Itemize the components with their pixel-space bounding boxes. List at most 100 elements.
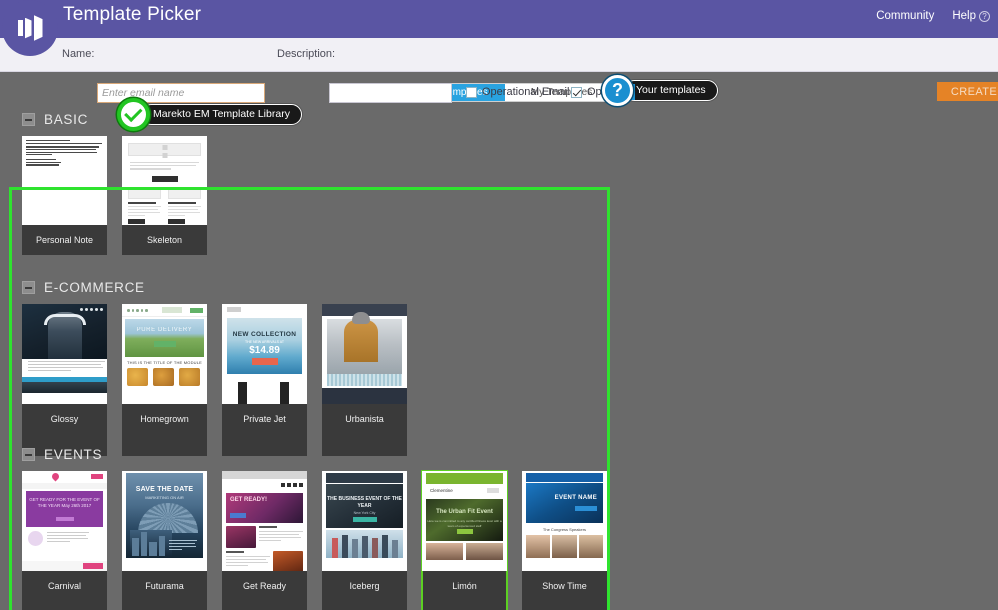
section-title: BASIC: [44, 112, 89, 127]
template-card-futurama[interactable]: SAVE THE DATE MARKETING ON AIR Futurama: [122, 471, 207, 610]
help-label: Help: [952, 10, 976, 22]
callout-label: Your templates: [624, 80, 718, 101]
question-mark-icon: ?: [602, 75, 633, 106]
name-label: Name:: [62, 48, 95, 60]
card-list-events: GET READY FOR THE EVENT OF THE YEAR May …: [22, 470, 607, 610]
page-title: Template Picker: [63, 4, 202, 25]
template-thumbnail: SAVE THE DATE MARKETING ON AIR: [122, 471, 207, 571]
template-card-glossy[interactable]: Glossy: [22, 304, 107, 456]
description-input[interactable]: [329, 83, 452, 103]
callout-your-templates: ? Your templates: [602, 75, 718, 106]
operational-email-label: Operational Email: [482, 86, 570, 98]
show-time-art: [526, 473, 603, 482]
template-name: Urbanista: [345, 414, 384, 424]
thumb-sub-text: Here we is committed to any certified fi…: [427, 519, 502, 528]
card-footer: [122, 601, 207, 610]
collapse-icon[interactable]: [22, 448, 35, 461]
template-thumbnail: [122, 136, 207, 225]
template-card-limon[interactable]: Clementine The Urban Fit Event Here we i…: [421, 470, 508, 610]
card-list-basic: Personal Note Skeleton: [22, 136, 207, 255]
template-card-get-ready[interactable]: GET READY! Get Ready: [222, 471, 307, 610]
thumb-sub-text: New York City: [353, 511, 376, 515]
template-name: Limón: [452, 581, 477, 591]
thumb-hero-text: The Urban Fit Event: [436, 509, 493, 515]
thumb-hero-text: EVENT NAME: [554, 495, 597, 501]
thumb-mid-text: THIS IS THE TITLE OF THE MODULE: [126, 360, 203, 365]
template-name: Personal Note: [35, 235, 94, 245]
template-card-skeleton[interactable]: Skeleton: [122, 136, 207, 255]
template-card-carnival[interactable]: GET READY FOR THE EVENT OF THE YEAR May …: [22, 471, 107, 610]
thumb-hero-text: SAVE THE DATE: [135, 486, 194, 493]
template-thumbnail: [22, 136, 107, 225]
template-thumbnail: NEW COLLECTION THE NEW ARRIVALS AT $14.8…: [222, 304, 307, 404]
operational-email-box[interactable]: [466, 86, 477, 98]
thumb-hero-text: GET READY!: [230, 497, 268, 503]
card-list-ecommerce: Glossy PURE DELIVERY THIS IS THE TITLE O…: [22, 304, 407, 456]
operational-email-checkbox[interactable]: Operational Email: [466, 86, 569, 98]
help-link[interactable]: Help ?: [952, 10, 990, 22]
section-title: EVENTS: [44, 447, 103, 462]
collapse-icon[interactable]: [22, 113, 35, 126]
marketo-logo-icon: [17, 15, 43, 41]
thumb-sub-text: MARKETING ON AIR: [145, 495, 184, 500]
template-thumbnail: GET READY FOR THE EVENT OF THE YEAR May …: [22, 471, 107, 571]
template-name: Carnival: [47, 581, 81, 591]
open-in-editor-box[interactable]: [571, 86, 582, 98]
thumb-hero-text: NEW COLLECTION: [232, 331, 297, 338]
thumb-hero-text: THE BUSINESS EVENT OF THE YEAR: [327, 496, 402, 509]
template-card-private-jet[interactable]: NEW COLLECTION THE NEW ARRIVALS AT $14.8…: [222, 304, 307, 456]
template-thumbnail: Clementine The Urban Fit Event Here we i…: [422, 471, 507, 571]
template-thumbnail: PURE DELIVERY THIS IS THE TITLE OF THE M…: [122, 304, 207, 404]
thumb-mid-text: The Congress Speakers: [526, 524, 603, 534]
help-question-icon: ?: [979, 10, 990, 22]
personal-note-art: [26, 140, 102, 167]
template-card-homegrown[interactable]: PURE DELIVERY THIS IS THE TITLE OF THE M…: [122, 304, 207, 456]
template-name: Futurama: [145, 581, 184, 591]
thumb-hero-text: GET READY FOR THE EVENT OF THE YEAR May …: [29, 497, 100, 508]
card-footer: [222, 601, 307, 610]
template-name: Skeleton: [146, 235, 183, 245]
card-footer: [322, 601, 407, 610]
callout-label: Marekto EM Template Library: [141, 104, 302, 125]
template-thumbnail: GET READY!: [222, 471, 307, 571]
template-thumbnail: [322, 304, 407, 404]
get-ready-art: [222, 471, 307, 479]
section-title: E-COMMERCE: [44, 280, 145, 295]
template-name: Get Ready: [242, 581, 287, 591]
section-basic: BASIC Personal Note Skeleton: [22, 112, 207, 255]
template-gallery: BASIC Personal Note Skeleton E-COMMERCE …: [0, 72, 998, 610]
card-footer: [422, 601, 507, 610]
header-links: Community Help ?: [876, 10, 990, 22]
template-thumbnail: EVENT NAME The Congress Speakers: [522, 471, 607, 571]
template-name: Show Time: [542, 581, 587, 591]
callout-template-library: Marekto EM Template Library: [117, 98, 302, 131]
section-ecommerce: E-COMMERCE Glossy PURE DELIVERY THIS IS …: [22, 280, 407, 456]
iceberg-art: [326, 473, 403, 483]
thumb-sub-text: THE NEW ARRIVALS AT: [245, 340, 284, 344]
marketo-logo[interactable]: [2, 0, 58, 56]
section-header-ecommerce: E-COMMERCE: [22, 280, 407, 295]
template-card-urbanista[interactable]: Urbanista: [322, 304, 407, 456]
card-footer: [22, 601, 107, 610]
template-name: Glossy: [50, 414, 79, 424]
collapse-icon[interactable]: [22, 281, 35, 294]
template-thumbnail: [22, 304, 107, 404]
futurama-art: SAVE THE DATE MARKETING ON AIR: [126, 473, 203, 558]
thumb-label-text: Clementine: [430, 488, 453, 493]
thumb-hero-text: PURE DELIVERY: [136, 327, 193, 333]
community-link[interactable]: Community: [876, 10, 934, 22]
thumb-price-text: $14.89: [249, 345, 280, 356]
template-card-personal-note[interactable]: Personal Note: [22, 136, 107, 255]
template-card-show-time[interactable]: EVENT NAME The Congress Speakers Show Ti…: [522, 471, 607, 610]
description-label: Description:: [277, 48, 336, 60]
create-button[interactable]: CREATE: [937, 82, 998, 101]
check-circle-icon: [117, 98, 150, 131]
template-name: Homegrown: [140, 414, 189, 424]
form-toolbar: Name: Description: Operational Email Ope…: [0, 38, 998, 103]
template-thumbnail: THE BUSINESS EVENT OF THE YEAR New York …: [322, 471, 407, 571]
template-name: Private Jet: [243, 414, 286, 424]
template-card-iceberg[interactable]: THE BUSINESS EVENT OF THE YEAR New York …: [322, 471, 407, 610]
template-name: Iceberg: [349, 581, 380, 591]
section-header-events: EVENTS: [22, 447, 607, 462]
app-header: Template Picker Community Help ?: [0, 0, 998, 38]
